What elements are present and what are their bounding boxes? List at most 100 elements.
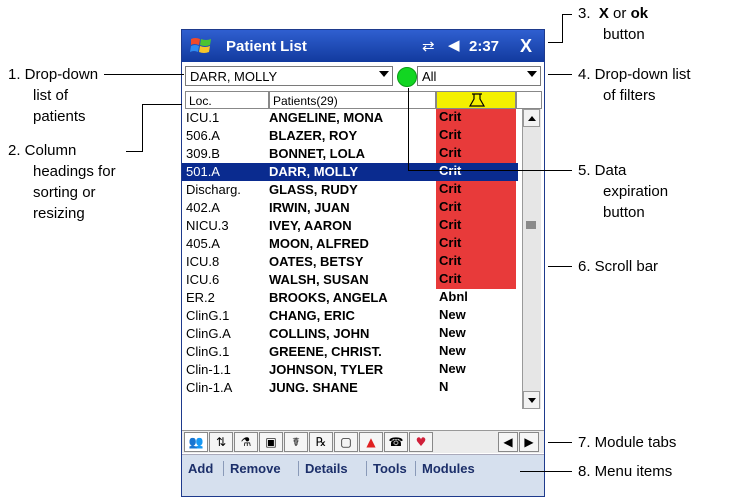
tab-scroll-right-icon[interactable]: ▶ xyxy=(519,432,539,452)
table-row[interactable]: Discharg. GLASS, RUDY Crit xyxy=(182,181,518,199)
column-header-spacer xyxy=(516,91,542,109)
status-badge: New xyxy=(439,307,466,322)
flask-icon[interactable]: ⚗ xyxy=(234,432,258,452)
status-badge: Crit xyxy=(436,253,516,271)
status-badge: N xyxy=(439,379,449,392)
table-row[interactable]: 405.A MOON, ALFRED Crit xyxy=(182,235,518,253)
callout-line xyxy=(548,266,572,267)
doctor-icon[interactable]: ☤ xyxy=(284,432,308,452)
status-badge: Crit xyxy=(436,235,516,253)
table-row[interactable]: 309.B BONNET, LOLA Crit xyxy=(182,145,518,163)
table-row[interactable]: ClinG.A COLLINS, JOHN New xyxy=(182,325,518,343)
callout-line xyxy=(548,42,563,43)
module-tabs: 👥 ⇅ ⚗ ▣ ☤ ℞ ▢ ▲ ☎ ♥ ◀ ▶ xyxy=(182,430,544,453)
filter-dropdown-value: All xyxy=(422,69,437,84)
scroll-down-button[interactable] xyxy=(523,391,540,409)
speaker-icon[interactable]: ◀︎ xyxy=(448,36,460,54)
table-row[interactable]: ClinG.1 CHANG, ERIC New xyxy=(182,307,518,325)
heart-icon[interactable]: ♥ xyxy=(409,432,433,452)
status-badge: Crit xyxy=(436,145,516,163)
close-button[interactable]: X xyxy=(515,35,537,57)
phone-icon[interactable]: ☎ xyxy=(384,432,408,452)
callout-line xyxy=(104,74,184,75)
menu-bar: Add Remove Details Tools Modules xyxy=(182,454,544,496)
callout-line xyxy=(562,14,572,15)
status-badge: Crit xyxy=(436,109,516,127)
patient-dropdown[interactable]: DARR, MOLLY xyxy=(185,66,393,86)
menu-item-tools[interactable]: Tools xyxy=(373,461,407,476)
status-badge: Abnl xyxy=(439,289,468,304)
device-screen: Patient List ⇄ ◀︎ 2:37 X DARR, MOLLY All… xyxy=(181,29,545,497)
column-header-loc[interactable]: Loc. xyxy=(185,91,269,109)
column-header-status[interactable] xyxy=(436,91,516,109)
table-row[interactable]: NICU.3 IVEY, AARON Crit xyxy=(182,217,518,235)
scroll-up-button[interactable] xyxy=(523,109,540,127)
table-row-selected[interactable]: 501.A DARR, MOLLY Crit xyxy=(182,163,518,181)
table-row[interactable]: Clin-1.1 JOHNSON, TYLER New xyxy=(182,361,518,379)
clock[interactable]: 2:37 xyxy=(469,38,499,55)
table-row[interactable]: ER.2 BROOKS, ANGELA Abnl xyxy=(182,289,518,307)
callout-line xyxy=(548,442,572,443)
status-badge: Crit xyxy=(439,163,462,178)
alert-triangle-icon[interactable]: ▲ xyxy=(359,432,383,452)
callout-2: 2. Column headings for sorting or resizi… xyxy=(8,142,116,222)
menu-item-modules[interactable]: Modules xyxy=(422,461,475,476)
status-badge: Crit xyxy=(436,199,516,217)
filter-dropdown[interactable]: All xyxy=(417,66,541,86)
menu-separator xyxy=(298,461,299,476)
callout-line xyxy=(142,104,182,105)
table-row[interactable]: ClinG.1 GREENE, CHRIST. New xyxy=(182,343,518,361)
windows-start-icon[interactable] xyxy=(190,36,212,56)
callout-line xyxy=(408,170,572,171)
column-header-patients[interactable]: Patients(29) xyxy=(269,91,436,109)
scrollbar[interactable] xyxy=(522,109,541,409)
document-icon[interactable]: ▢ xyxy=(334,432,358,452)
callout-3: 3. X or ok button xyxy=(578,5,649,43)
tab-scroll-left-icon[interactable]: ◀ xyxy=(498,432,518,452)
sync-icon[interactable]: ⇄ xyxy=(422,37,435,55)
callout-line xyxy=(520,471,572,472)
window-title: Patient List xyxy=(226,38,307,55)
status-badge: New xyxy=(439,361,466,376)
status-badge: Crit xyxy=(436,271,516,289)
table-row[interactable]: 506.A BLAZER, ROY Crit xyxy=(182,127,518,145)
status-badge: Crit xyxy=(436,181,516,199)
callout-line xyxy=(142,104,143,152)
menu-separator xyxy=(366,461,367,476)
status-badge: New xyxy=(439,343,466,358)
camera-icon[interactable]: ▣ xyxy=(259,432,283,452)
callout-line xyxy=(548,74,572,75)
sort-icon[interactable]: ⇅ xyxy=(209,432,233,452)
callout-4: 4. Drop-down list of filters xyxy=(578,66,691,104)
table-row[interactable]: 402.A IRWIN, JUAN Crit xyxy=(182,199,518,217)
table-row[interactable]: ICU.1 ANGELINE, MONA Crit xyxy=(182,109,518,127)
callout-line xyxy=(562,14,563,42)
status-badge: Crit xyxy=(436,217,516,235)
title-bar: Patient List ⇄ ◀︎ 2:37 X xyxy=(182,30,544,62)
menu-item-details[interactable]: Details xyxy=(305,461,348,476)
table-row[interactable]: ICU.6 WALSH, SUSAN Crit xyxy=(182,271,518,289)
chevron-down-icon xyxy=(527,71,537,77)
menu-separator xyxy=(415,461,416,476)
patient-list: ICU.1 ANGELINE, MONA Crit 506.A BLAZER, ROY… xyxy=(182,109,518,392)
data-expiration-button[interactable] xyxy=(397,67,417,87)
callout-6: 6. Scroll bar xyxy=(578,258,659,275)
chevron-down-icon xyxy=(379,71,389,77)
callout-7: 7. Module tabs xyxy=(578,434,677,451)
medication-icon[interactable]: ℞ xyxy=(309,432,333,452)
menu-item-remove[interactable]: Remove xyxy=(230,461,281,476)
callout-line xyxy=(126,151,142,152)
table-row[interactable]: ICU.8 OATES, BETSY Crit xyxy=(182,253,518,271)
scroll-thumb[interactable] xyxy=(526,221,536,229)
status-badge: New xyxy=(439,325,466,340)
menu-separator xyxy=(223,461,224,476)
status-badge: Crit xyxy=(436,127,516,145)
table-row[interactable]: Clin-1.A JUNG, SHANE N xyxy=(182,379,518,392)
menu-item-add[interactable]: Add xyxy=(188,461,213,476)
callout-5: 5. Data expiration button xyxy=(578,162,669,221)
callout-line xyxy=(408,88,409,171)
callout-8: 8. Menu items xyxy=(578,463,673,480)
flask-icon xyxy=(468,93,486,107)
callout-1: 1. Drop-down list of patients xyxy=(8,66,99,125)
patient-list-icon[interactable]: 👥 xyxy=(184,432,208,452)
